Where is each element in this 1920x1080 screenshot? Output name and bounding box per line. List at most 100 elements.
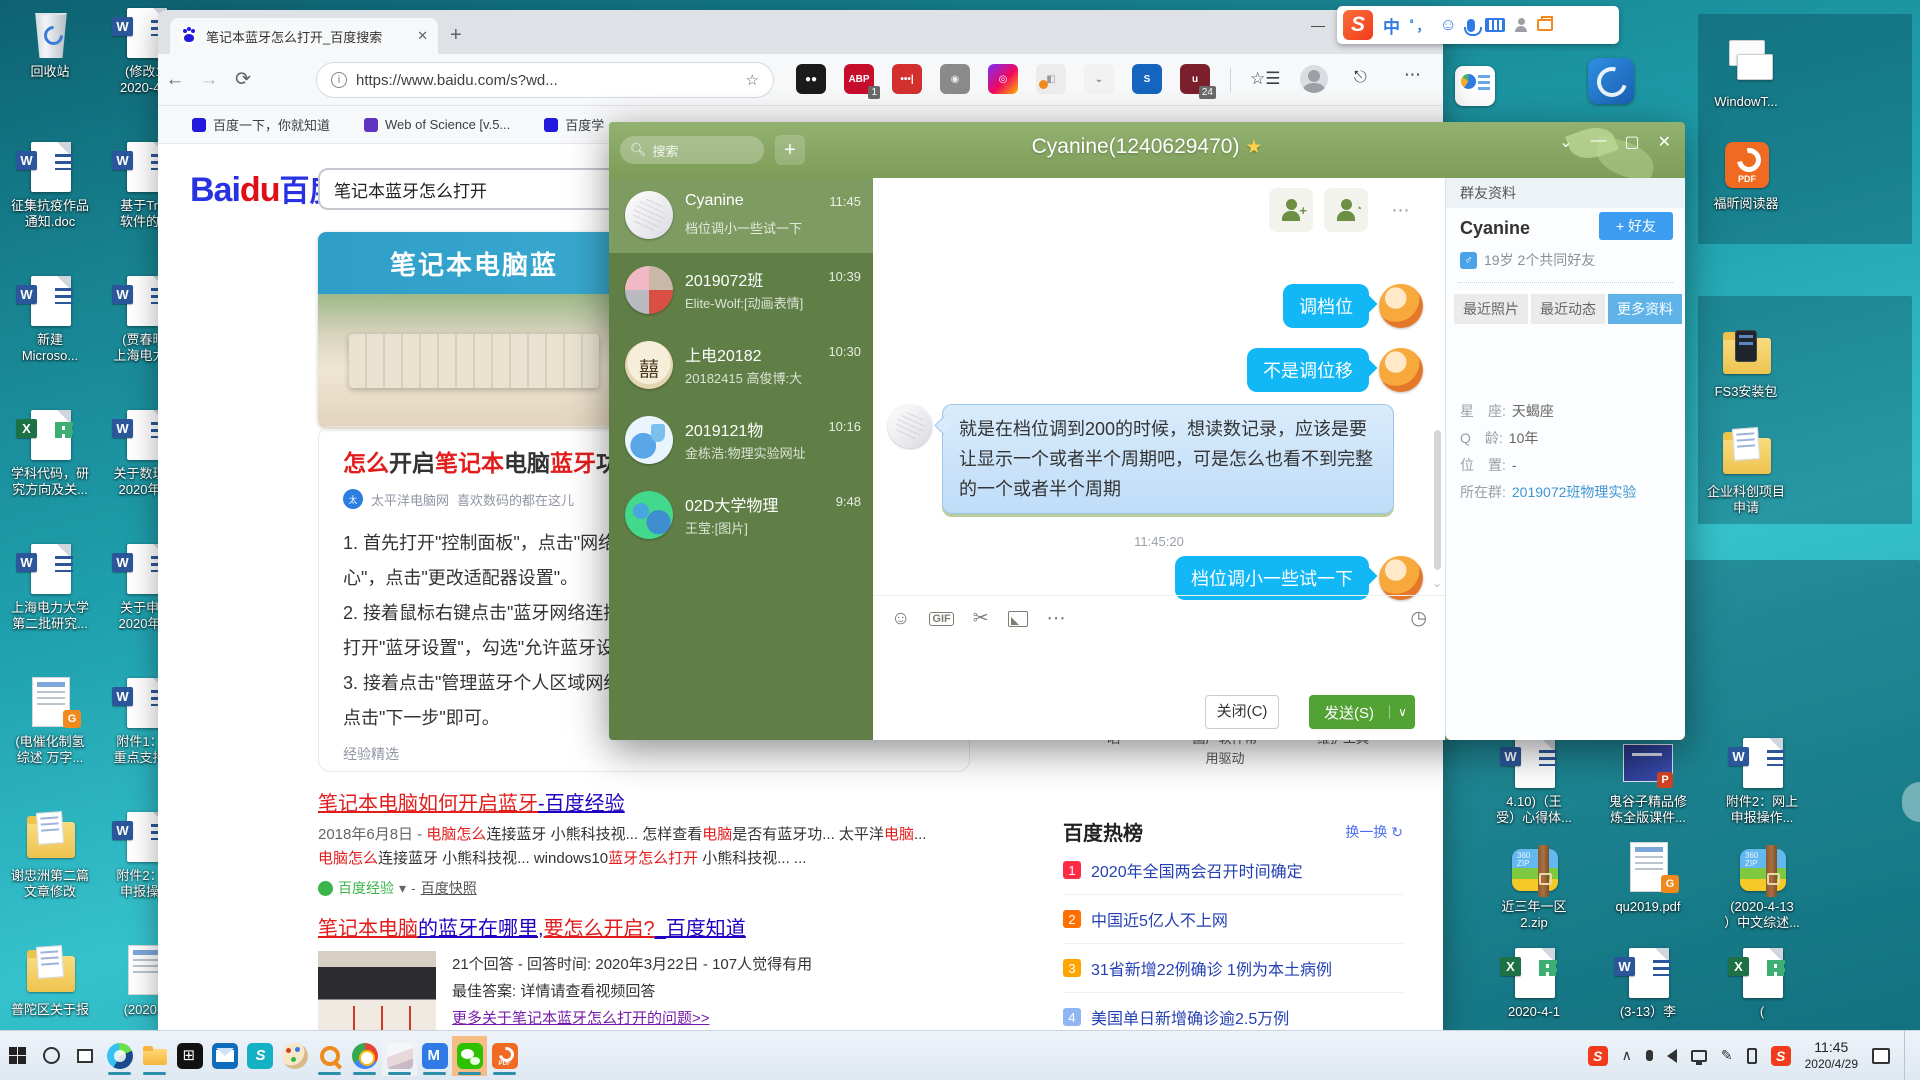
search-input[interactable]: 🔍︎ 搜索 <box>620 136 764 164</box>
desktop-icon[interactable]: 回收站 <box>2 6 98 140</box>
add-friend-button[interactable]: + 好友 <box>1599 212 1673 240</box>
card-title[interactable]: 怎么开启笔记本电脑蓝牙功能 <box>343 444 642 478</box>
camera-icon[interactable]: ◎ <box>988 64 1018 94</box>
desktop-icon[interactable]: P鬼谷子精品修 炼全版课件... <box>1600 736 1696 841</box>
result-thumbnail[interactable] <box>318 951 436 1030</box>
conversation-item[interactable]: 2019072班10:39Elite-Wolf:[动画表情] <box>609 253 873 328</box>
profile-avatar[interactable] <box>1300 65 1328 93</box>
browser-tab[interactable]: 笔记本蓝牙怎么打开_百度搜索 ✕ <box>170 18 438 54</box>
member-profile-button[interactable] <box>1324 188 1368 232</box>
new-tab-button[interactable]: + <box>450 24 462 47</box>
taskbar-wechat-icon[interactable] <box>452 1036 487 1076</box>
conversation-item[interactable]: 02D大学物理9:48王莹:[图片] <box>609 478 873 553</box>
hot-list-item[interactable]: 12020年全国两会召开时间确定 <box>1063 846 1403 895</box>
taskbar-chrome-icon[interactable] <box>347 1036 382 1076</box>
tab-close-icon[interactable]: ✕ <box>417 28 428 44</box>
bookmark-item[interactable]: 百度学 <box>544 115 604 134</box>
scroll-down-icon[interactable]: ⌄ <box>1432 576 1442 590</box>
volume-icon[interactable] <box>1667 1049 1677 1063</box>
taskbar-clock[interactable]: 11:45 2020/4/29 <box>1805 1039 1858 1072</box>
red-app-tray-icon[interactable]: S <box>1771 1046 1791 1066</box>
history-clock-icon[interactable]: ◷ <box>1410 607 1427 630</box>
pocket-icon[interactable]: ⌄ <box>1084 64 1114 94</box>
close-chat-button[interactable]: 关闭(C) <box>1205 695 1279 729</box>
chart-app-icon[interactable] <box>1455 66 1495 106</box>
taskbar-m-app-icon[interactable] <box>417 1036 452 1076</box>
result-title-link[interactable]: 笔记本电脑如何开启蓝牙-百度经验 <box>318 787 926 816</box>
close-icon[interactable]: ✕ <box>1658 132 1671 152</box>
network-icon[interactable] <box>1691 1050 1707 1062</box>
phone-link-icon[interactable] <box>1747 1048 1757 1064</box>
avatar[interactable] <box>888 404 932 448</box>
taskbar-flash-icon[interactable] <box>242 1036 277 1076</box>
toolbox-icon[interactable] <box>1537 19 1553 31</box>
add-member-button[interactable] <box>1269 188 1313 232</box>
desktop-icon[interactable]: 福昕阅读器 <box>1698 138 1794 240</box>
sogou-logo-icon[interactable]: S <box>1343 10 1373 40</box>
avatar[interactable] <box>1379 284 1423 328</box>
start-button[interactable] <box>0 1036 34 1076</box>
desktop-icon[interactable]: FS3安装包 <box>1698 326 1794 426</box>
chinese-mode-indicator[interactable]: 中 <box>1383 13 1400 38</box>
pen-icon[interactable]: ✎ <box>1721 1047 1733 1064</box>
taskbar-qq-icon[interactable] <box>382 1036 417 1076</box>
emoji-icon[interactable]: ☺ <box>891 608 910 630</box>
hot-refresh-button[interactable]: 换一换 ↻ <box>1345 822 1403 842</box>
desktop-icon[interactable]: W附件2：网上 申报操作... <box>1714 736 1810 841</box>
desktop-icon[interactable]: W征集抗疫作品 通知.doc <box>2 140 98 274</box>
hot-list-item[interactable]: 4美国单日新增确诊逾2.5万例 <box>1063 993 1403 1030</box>
site-info-icon[interactable]: i <box>331 72 347 88</box>
emoji-icon[interactable]: ☺ <box>1440 15 1457 35</box>
group-link[interactable]: 2019072班物理实验 <box>1512 484 1637 500</box>
minimize-icon[interactable]: — <box>1293 10 1343 44</box>
image-icon[interactable] <box>1008 611 1028 627</box>
fold-chevron-icon[interactable]: ⌄ <box>1559 132 1572 152</box>
taskbar-paint-icon[interactable] <box>277 1036 312 1076</box>
chat-scrollbar[interactable] <box>1434 430 1441 570</box>
conversation-item[interactable]: 2019121物10:16金栋浩:物理实验网址 <box>609 403 873 478</box>
more-questions-link[interactable]: 更多关于笔记本蓝牙怎么打开的问题>> <box>452 1010 710 1027</box>
taskbar-explorer-icon[interactable] <box>137 1036 172 1076</box>
show-desktop-button[interactable] <box>1904 1031 1910 1080</box>
result-image-banner[interactable]: 笔记本电脑蓝 <box>318 232 630 428</box>
blue-s-icon[interactable]: S <box>1132 64 1162 94</box>
caret-down-icon[interactable]: ▾ <box>399 880 406 897</box>
avatar[interactable] <box>1379 556 1423 600</box>
browser-app-icon[interactable] <box>1588 58 1634 104</box>
send-options-chevron-icon[interactable]: ∨ <box>1389 705 1415 719</box>
meta-source[interactable]: 百度经验 <box>338 878 394 898</box>
hot-list-item[interactable]: 2中国近5亿人不上网 <box>1063 895 1403 944</box>
shield-icon[interactable]: u24 <box>1180 64 1210 94</box>
desktop-icon[interactable]: WindowT... <box>1698 36 1794 138</box>
address-bar[interactable]: i https://www.baidu.com/s?wd... ☆ <box>316 62 774 98</box>
more-tools-icon[interactable]: ⋯ <box>1047 607 1066 630</box>
conversation-item[interactable]: Cyanine11:45档位调小一些试一下 <box>609 178 873 253</box>
desktop-icon[interactable]: W4.10)（王 受）心得体... <box>1486 736 1582 841</box>
sogou-tray-icon[interactable]: S <box>1588 1046 1608 1066</box>
abp-icon[interactable]: ABP1 <box>844 64 874 94</box>
black-dots-icon[interactable]: ●● <box>796 64 826 94</box>
taskbar-store-icon[interactable] <box>172 1036 207 1076</box>
add-button[interactable]: + <box>775 135 805 165</box>
red-dots-icon[interactable]: •••| <box>892 64 922 94</box>
profile-tab[interactable]: 更多资料 <box>1608 294 1682 324</box>
menu-dots-icon[interactable]: ⋯ <box>1404 65 1422 85</box>
minimize-icon[interactable]: — <box>1590 132 1606 152</box>
desktop-icon[interactable]: X学科代码，研 究方向及关... <box>2 408 98 542</box>
reload-icon[interactable]: ⟳ <box>226 68 260 91</box>
action-center-icon[interactable] <box>1872 1048 1890 1064</box>
bookmark-item[interactable]: Web of Science [v.5... <box>364 117 510 132</box>
hidden-icons-chevron[interactable]: ∧ <box>1622 1047 1632 1064</box>
desktop-icon[interactable]: G(电催化制氢 综述 万字... <box>2 676 98 810</box>
film-reel-icon[interactable]: ◉ <box>940 64 970 94</box>
profile-tab[interactable]: 最近动态 <box>1531 294 1605 324</box>
bookmark-star-icon[interactable]: ☆ <box>746 71 759 89</box>
desktop-icon[interactable]: 企业科创项目 申请 <box>1698 426 1794 526</box>
voice-input-icon[interactable] <box>1467 19 1475 32</box>
task-view-icon[interactable] <box>68 1036 102 1076</box>
desktop-icon[interactable]: 360ZIP(2020-4-13 ）中文综述... <box>1714 841 1810 946</box>
maximize-icon[interactable]: ▢ <box>1624 132 1639 152</box>
desktop-icon[interactable]: Gqu2019.pdf <box>1600 841 1696 946</box>
desktop-icon[interactable]: W上海电力大学 第二批研究... <box>2 542 98 676</box>
desktop-icon[interactable]: 360ZIP近三年一区 2.zip <box>1486 841 1582 946</box>
